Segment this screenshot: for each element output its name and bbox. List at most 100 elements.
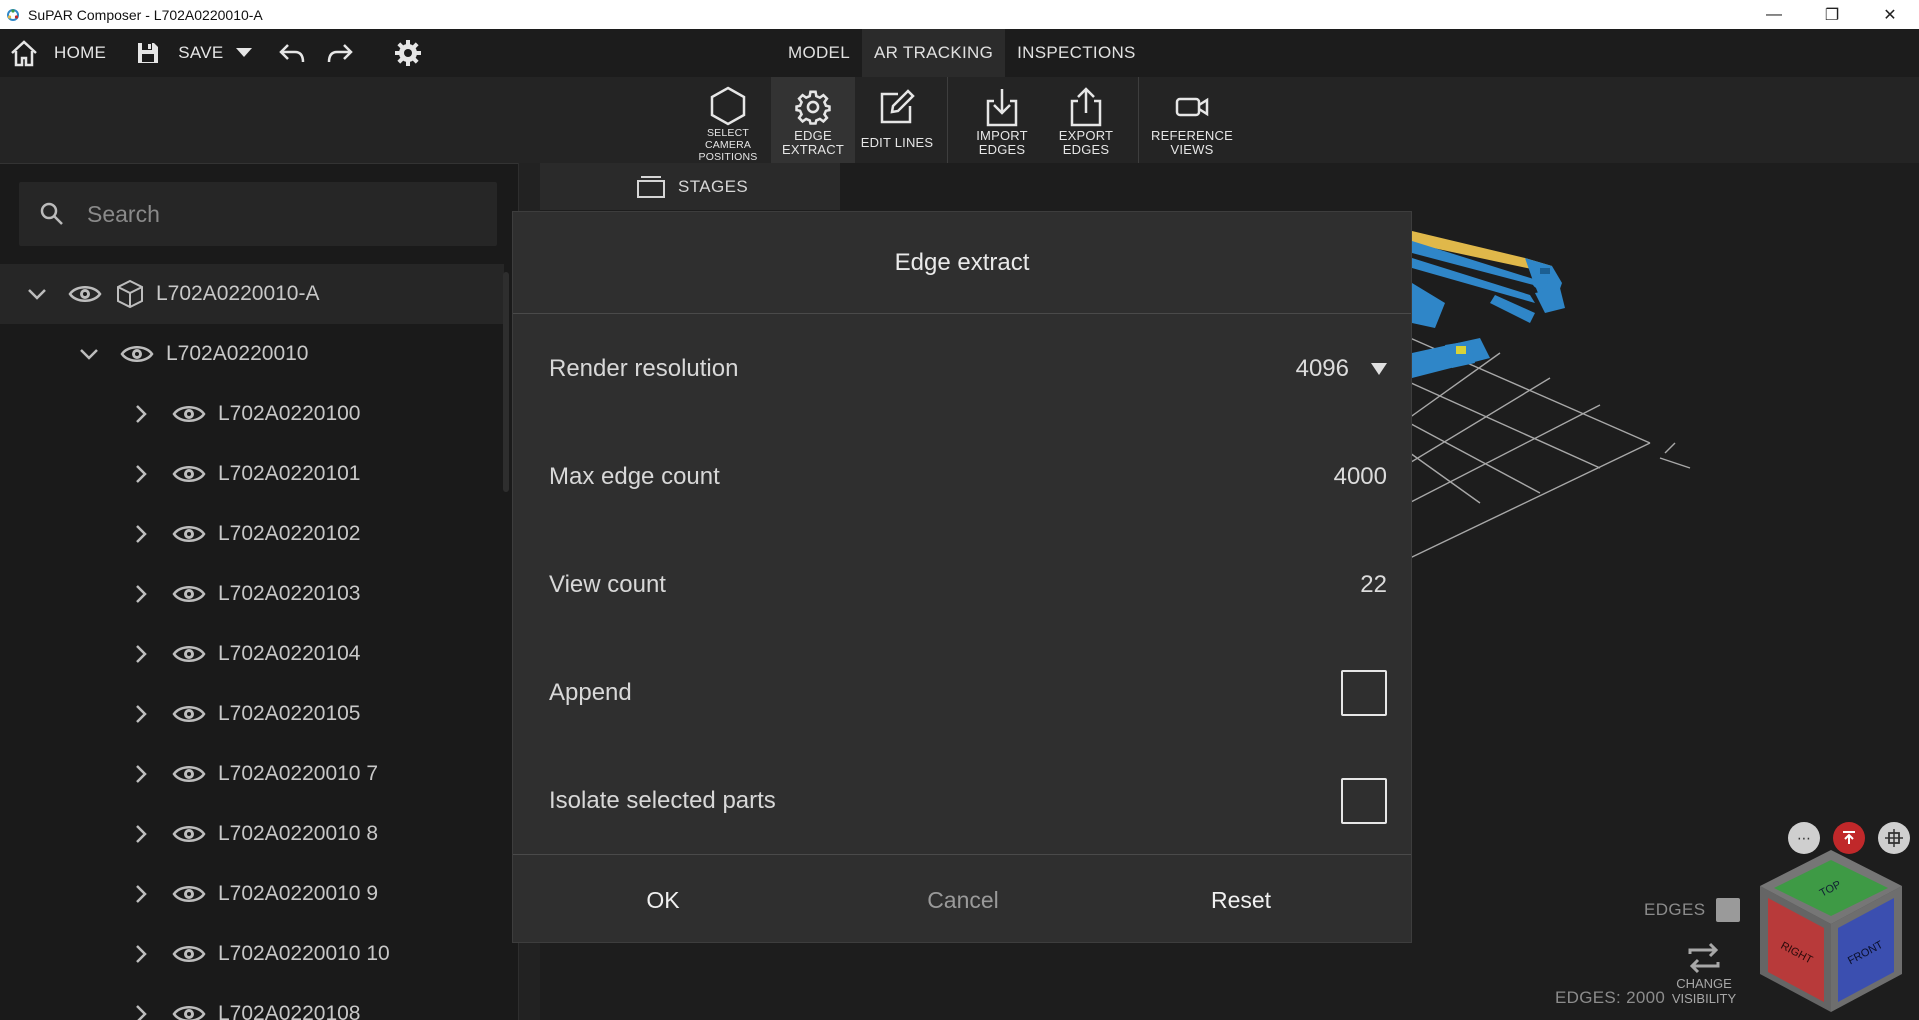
- edges-toggle-checkbox[interactable]: [1715, 898, 1740, 922]
- visibility-toggle[interactable]: [170, 643, 208, 665]
- tree-expander[interactable]: [126, 1004, 156, 1020]
- tree-row[interactable]: L702A0220010: [0, 324, 504, 384]
- visibility-toggle[interactable]: [170, 583, 208, 605]
- tree-expander[interactable]: [126, 944, 156, 964]
- view-count-input[interactable]: 22: [1360, 571, 1387, 599]
- visibility-toggle[interactable]: [66, 283, 104, 305]
- cube-icon: [117, 279, 143, 309]
- home-label[interactable]: HOME: [48, 29, 112, 77]
- import-edges-label-2: EDGES: [978, 142, 1026, 157]
- chevron-down-icon: [80, 349, 98, 360]
- tree-row[interactable]: L702A0220010 9: [0, 864, 504, 924]
- tree-row[interactable]: L702A0220010 8: [0, 804, 504, 864]
- tree-expander[interactable]: [74, 348, 104, 360]
- stages-label: STAGES: [678, 176, 749, 196]
- export-icon: [1070, 87, 1102, 127]
- edit-lines-button[interactable]: EDIT LINES: [855, 77, 939, 163]
- visibility-toggle[interactable]: [170, 883, 208, 905]
- visibility-toggle[interactable]: [170, 763, 208, 785]
- tree-expander[interactable]: [126, 824, 156, 844]
- tree-row-label: L702A0220010: [166, 342, 309, 365]
- close-button[interactable]: ✕: [1861, 0, 1919, 29]
- tree-expander[interactable]: [126, 524, 156, 544]
- append-checkbox[interactable]: [1341, 670, 1387, 716]
- tree-row[interactable]: L702A0220010 10: [0, 924, 504, 984]
- tree-row-label: L702A0220100: [218, 402, 361, 425]
- stages-tab[interactable]: STAGES: [540, 163, 840, 210]
- tree-expander[interactable]: [126, 764, 156, 784]
- visibility-toggle[interactable]: [170, 463, 208, 485]
- render-resolution-select[interactable]: 4096: [1296, 355, 1387, 383]
- minimize-button[interactable]: —: [1745, 0, 1803, 29]
- navigation-cube[interactable]: TOP RIGHT FRONT: [1756, 846, 1906, 1016]
- save-icon-button[interactable]: [124, 29, 172, 77]
- tree-row[interactable]: L702A0220101: [0, 444, 504, 504]
- search-box[interactable]: [19, 182, 497, 246]
- tree-expander[interactable]: [22, 288, 52, 300]
- maximize-button[interactable]: ❐: [1803, 0, 1861, 29]
- settings-button[interactable]: [384, 29, 432, 77]
- tree-expander[interactable]: [126, 584, 156, 604]
- redo-button[interactable]: [316, 29, 364, 77]
- reference-views-label-1: REFERENCE: [1151, 128, 1233, 143]
- reset-button[interactable]: Reset: [1181, 855, 1301, 945]
- import-edges-label-1: IMPORT: [976, 128, 1028, 143]
- ok-button[interactable]: OK: [613, 855, 713, 945]
- max-edge-count-row: Max edge count 4000: [513, 423, 1413, 531]
- search-input[interactable]: [87, 200, 467, 228]
- tree-scrollbar[interactable]: [503, 272, 509, 492]
- eye-icon: [172, 766, 206, 782]
- cancel-button[interactable]: Cancel: [883, 855, 1043, 945]
- save-label[interactable]: SAVE: [172, 29, 229, 77]
- tab-inspections[interactable]: INSPECTIONS: [1005, 29, 1148, 77]
- tree-row[interactable]: L702A0220010 7: [0, 744, 504, 804]
- visibility-toggle[interactable]: [170, 943, 208, 965]
- visibility-toggle[interactable]: [170, 703, 208, 725]
- export-edges-button[interactable]: EXPORT EDGES: [1044, 77, 1128, 163]
- visibility-toggle[interactable]: [170, 403, 208, 425]
- tree-row[interactable]: L702A0220010-A: [0, 264, 504, 324]
- tree-expander[interactable]: [126, 884, 156, 904]
- tree-expander[interactable]: [126, 404, 156, 424]
- tree-row[interactable]: L702A0220102: [0, 504, 504, 564]
- tree-row[interactable]: L702A0220104: [0, 624, 504, 684]
- edge-extract-button[interactable]: EDGE EXTRACT: [771, 77, 855, 163]
- tree-row[interactable]: L702A0220105: [0, 684, 504, 744]
- tab-ar-tracking[interactable]: AR TRACKING: [861, 29, 1006, 77]
- visibility-toggle[interactable]: [170, 1003, 208, 1020]
- tree-expander[interactable]: [126, 704, 156, 724]
- max-edge-count-input[interactable]: 4000: [1334, 463, 1387, 491]
- tab-model[interactable]: MODEL: [776, 29, 862, 77]
- visibility-toggle[interactable]: [170, 523, 208, 545]
- append-row: Append: [513, 639, 1413, 747]
- menu-bar: HOME SAVE MODEL AR TRACKING INSPECTIONS: [0, 29, 1919, 77]
- tree-row[interactable]: L702A0220108: [0, 984, 504, 1020]
- isolate-selected-parts-checkbox[interactable]: [1341, 778, 1387, 824]
- tree-row[interactable]: L702A0220100: [0, 384, 504, 444]
- chevron-right-icon: [136, 1005, 147, 1020]
- visibility-toggle[interactable]: [118, 343, 156, 365]
- home-button[interactable]: [0, 29, 48, 77]
- tree-expander[interactable]: [126, 464, 156, 484]
- edges-toggle[interactable]: EDGES: [1644, 898, 1740, 922]
- change-visibility-button[interactable]: CHANGE VISIBILITY: [1668, 940, 1740, 1006]
- save-dropdown-button[interactable]: [230, 29, 258, 77]
- tree-row-label: L702A0220108: [218, 1002, 361, 1020]
- edit-icon: [880, 89, 915, 124]
- tree-expander[interactable]: [126, 644, 156, 664]
- tree-row[interactable]: L702A0220103: [0, 564, 504, 624]
- tree-row-label: L702A0220101: [218, 462, 361, 485]
- dialog-title: Edge extract: [513, 212, 1411, 314]
- select-camera-positions-button[interactable]: SELECT CAMERA POSITIONS: [686, 77, 770, 163]
- reference-views-button[interactable]: REFERENCE VIEWS: [1148, 77, 1236, 163]
- edit-lines-label: EDIT LINES: [860, 135, 934, 150]
- edge-extract-label-1: EDGE: [794, 128, 832, 143]
- visibility-toggle[interactable]: [170, 823, 208, 845]
- toolbar-separator: [947, 77, 948, 163]
- caret-down-icon: [1371, 363, 1387, 375]
- import-edges-button[interactable]: IMPORT EDGES: [960, 77, 1044, 163]
- undo-button[interactable]: [268, 29, 316, 77]
- eye-icon: [172, 1006, 206, 1020]
- search-icon: [40, 202, 63, 225]
- reference-views-label-2: VIEWS: [1170, 142, 1214, 157]
